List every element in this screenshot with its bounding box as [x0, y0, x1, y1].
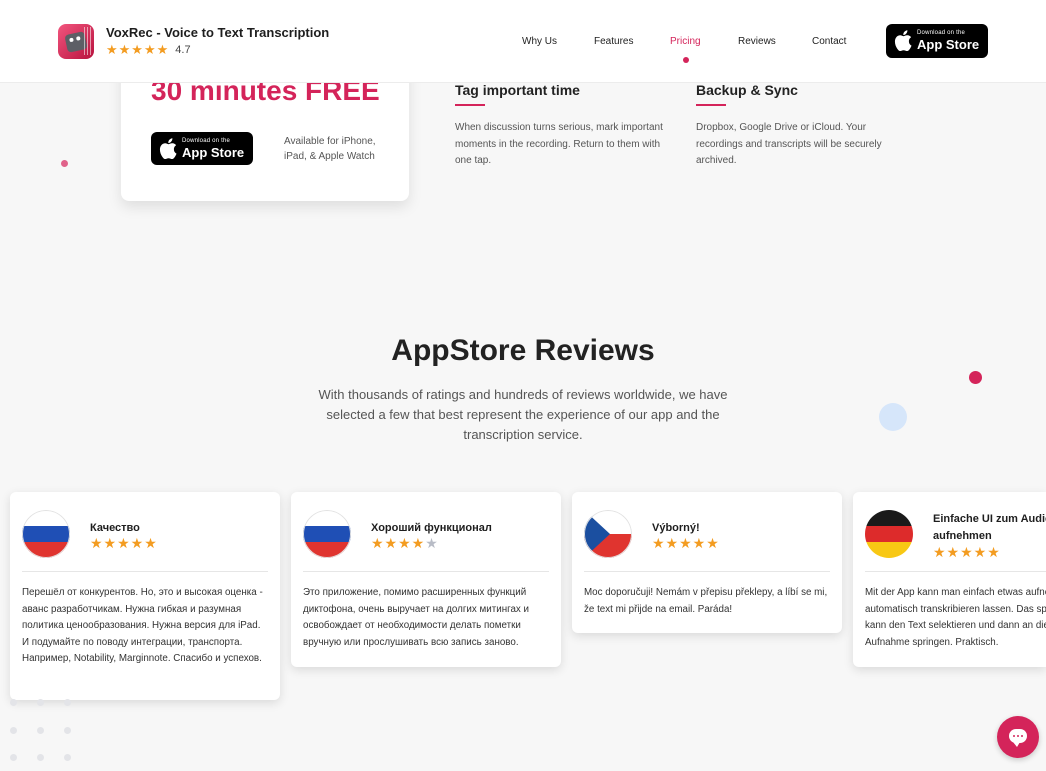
flag-russia-icon — [303, 510, 351, 558]
flag-czech-icon — [584, 510, 632, 558]
review-card: Качество ★★★★★ Перешёл от конкурентов. Н… — [10, 492, 280, 700]
decor-dot — [969, 371, 982, 384]
appstore-big-text: App Store — [182, 145, 245, 160]
header-app-store-button[interactable]: Download on the App Store — [886, 24, 988, 58]
nav-contact[interactable]: Contact — [812, 36, 846, 47]
card-divider — [22, 571, 268, 572]
reviews-title: AppStore Reviews — [391, 334, 655, 367]
feature-underline — [455, 104, 485, 106]
feature-title: Backup & Sync — [696, 82, 798, 98]
review-card: Výborný! ★★★★★ Moc doporučuji! Nemám v p… — [572, 492, 842, 633]
availability-text: Available for iPhone, iPad, & Apple Watc… — [284, 136, 376, 162]
card-divider — [584, 571, 830, 572]
feature-tag-time: Tag important time When discussion turns… — [455, 82, 670, 170]
review-stars: ★★★★★ — [933, 544, 1001, 560]
rating-stars: ★★★★★ — [106, 42, 170, 57]
appstore-small-text: Download on the — [917, 30, 966, 36]
review-card: Хороший функционал ★★★★★ Это приложение,… — [291, 492, 561, 667]
feature-text: When discussion turns serious, mark impo… — [455, 122, 663, 166]
review-title: Einfache UI zum Audio aufnehmen — [933, 513, 1046, 542]
nav-features[interactable]: Features — [594, 36, 633, 47]
decor-dot — [61, 160, 68, 167]
review-stars: ★★★★★ — [90, 535, 158, 551]
reviews-subtitle: With thousands of ratings and hundreds o… — [318, 387, 728, 442]
chat-button[interactable] — [997, 716, 1039, 758]
promo-app-store-button[interactable]: Download on the App Store — [151, 132, 253, 165]
feature-underline — [696, 104, 726, 106]
review-card: Einfache UI zum Audio aufnehmen ★★★★★ Mi… — [853, 492, 1046, 667]
app-rating: ★★★★★ 4.7 — [106, 42, 191, 58]
review-body: Moc doporučuji! Nemám v přepisu překlepy… — [584, 587, 828, 615]
apple-icon — [159, 138, 177, 159]
review-body: Mit der App kann man einfach etwas aufne… — [865, 587, 1046, 648]
review-body: Перешёл от конкурентов. Но, это и высока… — [22, 587, 263, 664]
app-name[interactable]: VoxRec - Voice to Text Transcription — [106, 25, 329, 40]
decor-dot — [879, 403, 907, 431]
feature-backup-sync: Backup & Sync Dropbox, Google Drive or i… — [696, 82, 911, 170]
review-stars: ★★★★★ — [652, 535, 720, 551]
app-icon[interactable] — [58, 24, 94, 59]
apple-icon — [894, 30, 912, 51]
nav-reviews[interactable]: Reviews — [738, 36, 776, 47]
nav-why-us[interactable]: Why Us — [522, 36, 557, 47]
flag-russia-icon — [22, 510, 70, 558]
card-divider — [303, 571, 549, 572]
rating-value: 4.7 — [175, 44, 191, 56]
feature-title: Tag important time — [455, 82, 580, 98]
review-stars: ★★★★★ — [371, 535, 439, 551]
appstore-big-text: App Store — [917, 37, 980, 52]
flag-germany-icon — [865, 510, 913, 558]
nav-active-indicator — [683, 57, 689, 63]
site-header: VoxRec - Voice to Text Transcription ★★★… — [0, 0, 1046, 83]
nav-pricing[interactable]: Pricing — [670, 36, 701, 47]
chat-icon — [1009, 729, 1027, 747]
card-divider — [865, 571, 1046, 572]
review-body: Это приложение, помимо расширенных функц… — [303, 587, 530, 648]
appstore-small-text: Download on the — [182, 138, 231, 144]
feature-text: Dropbox, Google Drive or iCloud. Your re… — [696, 122, 882, 166]
